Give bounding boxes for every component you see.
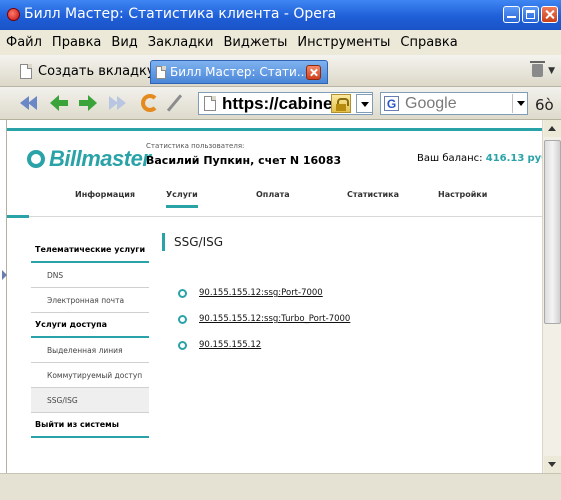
- page-icon: [156, 65, 166, 79]
- nav-settings[interactable]: Настройки: [438, 190, 487, 199]
- panel-toggle-icon[interactable]: [2, 270, 7, 280]
- minimize-icon: [507, 10, 516, 18]
- scroll-down-icon[interactable]: [544, 456, 561, 473]
- close-window-button[interactable]: [541, 6, 558, 23]
- scroll-thumb[interactable]: [544, 140, 561, 324]
- menu-view[interactable]: Вид: [111, 35, 137, 50]
- page-icon: [204, 96, 216, 111]
- service-link[interactable]: 90.155.155.12:ssg:Port-7000: [199, 288, 323, 298]
- logo-text: Billmaster: [49, 146, 151, 171]
- edit-icon[interactable]: [166, 94, 183, 112]
- nav-payment[interactable]: Оплата: [256, 190, 290, 199]
- list-item: 90.155.155.12:ssg:Port-7000: [178, 288, 323, 298]
- tab-title: Билл Мастер: Стати...: [170, 65, 309, 79]
- glasses-icon[interactable]: 6ò: [535, 96, 554, 114]
- address-dropdown-icon[interactable]: [356, 94, 373, 113]
- menu-tools[interactable]: Инструменты: [297, 35, 390, 50]
- site-top-line: [7, 128, 542, 131]
- site-nav: Информация Услуги Оплата Статистика Наст…: [7, 190, 542, 210]
- close-tab-icon[interactable]: [306, 65, 321, 80]
- maximize-button[interactable]: [522, 6, 539, 23]
- menu-file[interactable]: Файл: [6, 35, 42, 50]
- search-dropdown-icon[interactable]: [512, 94, 528, 113]
- opera-icon: [7, 8, 20, 21]
- close-icon: [545, 10, 554, 19]
- list-item: 90.155.155.12: [178, 340, 261, 350]
- rewind-icon[interactable]: [20, 95, 38, 111]
- list-item: 90.155.155.12:ssg:Turbo_Port-7000: [178, 314, 350, 324]
- sidebar-item-ssg-isg[interactable]: SSG/ISG: [31, 388, 149, 413]
- trash-icon[interactable]: [530, 61, 545, 77]
- window-title: Билл Мастер: Статистика клиента - Opera: [24, 6, 337, 22]
- nav-statistics[interactable]: Статистика: [347, 190, 399, 199]
- new-tab-button[interactable]: Создать вкладку: [20, 60, 155, 82]
- maximize-icon: [526, 10, 535, 19]
- balance: Ваш баланс: 416.13 руб.: [417, 153, 542, 164]
- status-bar: [0, 473, 561, 500]
- sidebar-section-telematic[interactable]: Телематические услуги: [31, 238, 149, 263]
- user-name: Василий Пупкин, счет N 16083: [146, 154, 342, 167]
- nav-services[interactable]: Услуги: [166, 190, 198, 208]
- forward-icon[interactable]: [79, 95, 97, 111]
- tab-bar: Создать вкладку Билл Мастер: Стати... ▼: [0, 55, 561, 87]
- chevron-down-icon[interactable]: ▼: [548, 66, 555, 76]
- menu-edit[interactable]: Правка: [52, 35, 101, 50]
- sidebar-item-email[interactable]: Электронная почта: [31, 288, 149, 313]
- bullet-icon: [178, 314, 187, 324]
- menu-widgets[interactable]: Виджеты: [223, 35, 287, 50]
- reload-icon[interactable]: [141, 94, 159, 112]
- balance-currency: руб.: [527, 153, 542, 164]
- menu-help[interactable]: Справка: [400, 35, 457, 50]
- logo-mark-icon: [27, 150, 45, 168]
- sidebar-item-dialup[interactable]: Коммутируемый доступ: [31, 363, 149, 388]
- new-tab-label: Создать вкладку: [38, 63, 155, 79]
- new-tab-icon: [20, 63, 32, 79]
- tab-billmaster[interactable]: Билл Мастер: Стати...: [150, 60, 328, 84]
- menu-bookmarks[interactable]: Закладки: [148, 35, 214, 50]
- balance-amount: 416.13: [485, 153, 525, 164]
- window-controls: [503, 6, 558, 23]
- search-placeholder: Google: [405, 94, 457, 112]
- navigation-toolbar: https://cabinet G Google 6ò: [0, 87, 561, 120]
- google-icon[interactable]: G: [384, 96, 399, 111]
- nav-accent: [7, 215, 29, 218]
- address-url[interactable]: https://cabinet: [222, 94, 338, 114]
- vertical-scrollbar[interactable]: [542, 120, 561, 473]
- fast-forward-icon[interactable]: [109, 95, 127, 111]
- balance-label: Ваш баланс:: [417, 153, 483, 164]
- service-link[interactable]: 90.155.155.12:ssg:Turbo_Port-7000: [199, 314, 350, 324]
- scroll-up-icon[interactable]: [544, 120, 561, 137]
- user-caption: Статистика пользователя:: [146, 142, 245, 150]
- nav-info[interactable]: Информация: [75, 190, 135, 199]
- lock-icon[interactable]: [331, 94, 351, 113]
- page-viewport: Billmaster Статистика пользователя: Васи…: [6, 120, 542, 473]
- sidebar-item-logout[interactable]: Выйти из системы: [31, 413, 149, 438]
- bullet-icon: [178, 288, 187, 298]
- minimize-button[interactable]: [503, 6, 520, 23]
- section-accent: [162, 233, 165, 251]
- nav-divider: [7, 216, 542, 217]
- sidebar-item-leased-line[interactable]: Выделенная линия: [31, 338, 149, 363]
- billmaster-logo[interactable]: Billmaster: [27, 146, 151, 172]
- sidebar-section-access[interactable]: Услуги доступа: [31, 313, 149, 338]
- service-link[interactable]: 90.155.155.12: [199, 340, 261, 350]
- window-title-bar: Билл Мастер: Статистика клиента - Opera: [0, 0, 561, 30]
- sidebar: Телематические услуги DNS Электронная по…: [31, 238, 149, 438]
- menu-bar: Файл Правка Вид Закладки Виджеты Инструм…: [0, 30, 561, 55]
- back-icon[interactable]: [50, 95, 68, 111]
- search-input[interactable]: G Google: [380, 92, 528, 115]
- page-title: SSG/ISG: [174, 235, 224, 249]
- bullet-icon: [178, 340, 187, 350]
- sidebar-item-dns[interactable]: DNS: [31, 263, 149, 288]
